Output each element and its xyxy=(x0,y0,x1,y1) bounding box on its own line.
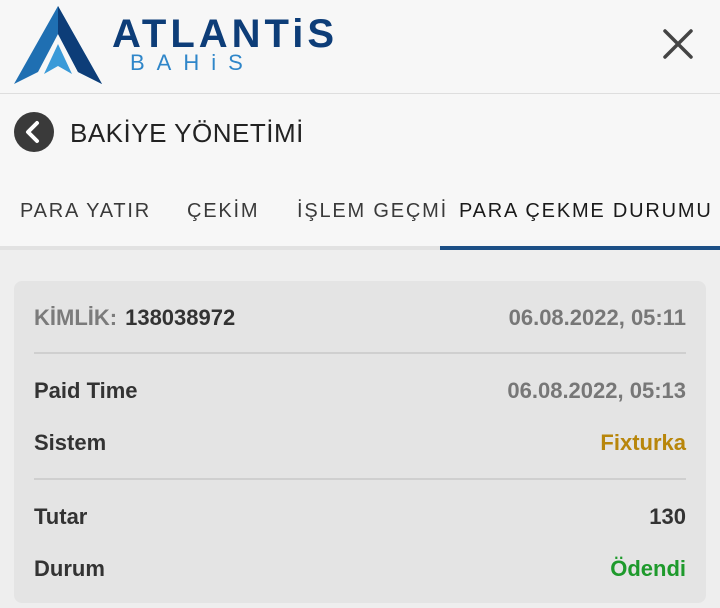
tab-bar: PARA YATIR ÇEKİM İŞLEM GEÇMİ PARA ÇEKME … xyxy=(0,172,720,250)
status-row: Durum Ödendi xyxy=(34,552,686,586)
system-row: Sistem Fixturka xyxy=(34,426,686,460)
close-icon xyxy=(663,29,693,59)
transaction-card: KİMLİK: 138038972 06.08.2022, 05:11 Paid … xyxy=(14,281,706,603)
system-label: Sistem xyxy=(34,430,107,455)
divider xyxy=(34,478,686,480)
tab-cekim[interactable]: ÇEKİM xyxy=(187,172,259,250)
amount-value: 130 xyxy=(649,504,686,529)
status-badge: Ödendi xyxy=(610,556,686,581)
paid-time-value: 06.08.2022, 05:13 xyxy=(507,378,686,403)
app-header: ATLANTiS BAHiS xyxy=(0,0,720,94)
paid-time-label: Paid Time xyxy=(34,378,138,403)
chevron-left-icon xyxy=(26,121,39,143)
tab-islem-gecmi[interactable]: İŞLEM GEÇMİ xyxy=(297,172,448,250)
page-title: BAKİYE YÖNETİMİ xyxy=(70,118,304,148)
system-value: Fixturka xyxy=(600,430,686,455)
paid-time-row: Paid Time 06.08.2022, 05:13 xyxy=(34,374,686,408)
tab-para-cekme-durumu[interactable]: PARA ÇEKME DURUMU xyxy=(459,172,713,250)
logo-mark-icon xyxy=(14,6,102,84)
transaction-id-value: 138038972 xyxy=(125,305,236,330)
active-tab-indicator xyxy=(440,246,720,250)
title-bar: BAKİYE YÖNETİMİ xyxy=(0,94,720,172)
amount-row: Tutar 130 xyxy=(34,500,686,534)
atlantis-logo[interactable]: ATLANTiS BAHiS xyxy=(12,4,334,88)
status-label: Durum xyxy=(34,556,105,581)
tab-para-yatir[interactable]: PARA YATIR xyxy=(20,172,151,250)
divider xyxy=(34,352,686,354)
transaction-id-label: KİMLİK: xyxy=(34,305,118,330)
amount-label: Tutar xyxy=(34,504,88,529)
transaction-id-row: KİMLİK: 138038972 06.08.2022, 05:11 xyxy=(34,301,686,335)
logo-subtitle: BAHiS xyxy=(130,50,255,75)
transaction-created-date: 06.08.2022, 05:11 xyxy=(508,305,686,330)
back-button[interactable] xyxy=(14,112,54,152)
close-button[interactable] xyxy=(658,24,698,64)
transaction-id: KİMLİK: 138038972 xyxy=(34,301,235,335)
